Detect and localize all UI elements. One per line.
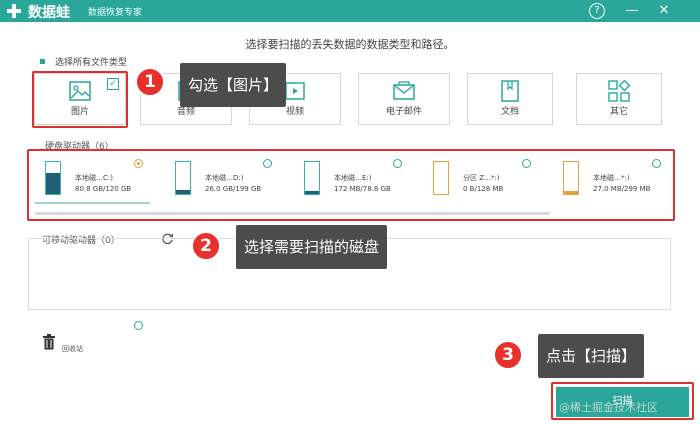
callout-2: 选择需要扫描的磁盘 <box>236 225 388 269</box>
annotation-box-image <box>32 71 128 128</box>
step-badge-3: 3 <box>493 340 523 370</box>
help-icon[interactable]: ? <box>589 3 605 19</box>
watermark: @稀土掘金技术社区 <box>559 401 658 414</box>
recycle-bin-radio[interactable] <box>134 321 143 330</box>
app-subtitle: 数据恢复专家 <box>88 8 143 18</box>
page-prompt: 选择要扫描的丢失数据的数据类型和路径。 <box>245 38 455 51</box>
close-icon[interactable]: ✕ <box>656 3 672 19</box>
callout-1: 勾选【图片】 <box>180 63 287 107</box>
document-icon <box>501 80 519 102</box>
type-label-document: 文档 <box>500 107 519 117</box>
annotation-box-drives <box>27 149 675 221</box>
app-title: 数据蛙 <box>28 5 70 21</box>
other-icon <box>608 79 631 102</box>
email-icon <box>393 81 415 100</box>
type-card-other[interactable]: 其它 <box>576 73 662 125</box>
title-bar: 数据蛙 数据恢复专家 ? — ✕ <box>0 0 700 22</box>
callout-3: 点击【扫描】 <box>538 334 645 378</box>
logo-icon <box>7 4 21 18</box>
video-icon <box>285 82 305 100</box>
step-badge-1: 1 <box>135 67 165 97</box>
minimize-icon[interactable]: — <box>624 3 640 19</box>
select-all-types[interactable]: 选择所有文件类型 <box>40 55 127 68</box>
type-label-other: 其它 <box>609 107 628 117</box>
trash-icon[interactable] <box>43 334 55 350</box>
select-all-label: 选择所有文件类型 <box>55 58 128 68</box>
select-all-checkbox[interactable] <box>40 59 45 64</box>
recycle-bin-label: 回收站 <box>62 345 83 353</box>
type-card-document[interactable]: 文档 <box>467 73 553 125</box>
type-label-email: 电子邮件 <box>385 107 422 117</box>
type-card-email[interactable]: 电子邮件 <box>358 73 450 125</box>
step-badge-2: 2 <box>191 231 221 261</box>
